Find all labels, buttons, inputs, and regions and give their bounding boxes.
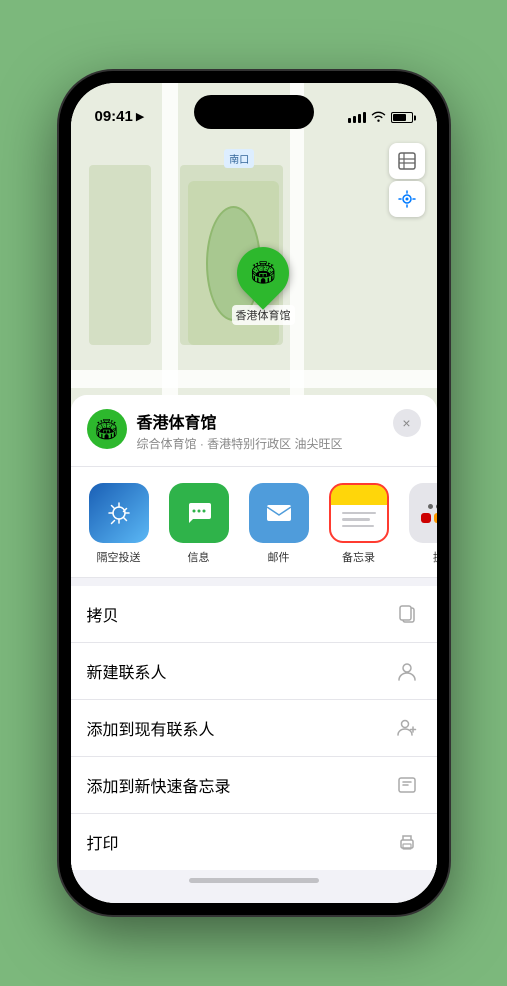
airdrop-icon (89, 483, 149, 543)
action-add-contact[interactable]: 添加到现有联系人 (71, 700, 437, 757)
new-contact-icon (393, 657, 421, 685)
action-add-contact-label: 添加到现有联系人 (87, 716, 215, 740)
place-info: 香港体育馆 综合体育馆 · 香港特别行政区 油尖旺区 (137, 409, 383, 452)
messages-label: 信息 (188, 549, 210, 565)
copy-icon (393, 600, 421, 628)
marker-pin: 🏟 (226, 236, 300, 310)
notes-label: 备忘录 (342, 549, 375, 565)
share-item-notes[interactable]: 备忘录 (327, 483, 391, 565)
close-button[interactable]: × (393, 409, 421, 437)
wifi-icon (371, 110, 386, 125)
signal-bars (348, 112, 366, 123)
print-icon (393, 828, 421, 856)
action-list: 拷贝 新建联系人 (71, 586, 437, 870)
quick-note-icon (393, 771, 421, 799)
status-time: 09:41 (95, 108, 133, 125)
notes-icon (329, 483, 389, 543)
bottom-sheet: 🏟 香港体育馆 综合体育馆 · 香港特别行政区 油尖旺区 × (71, 395, 437, 903)
share-row: 隔空投送 信息 (71, 467, 437, 578)
location-button[interactable] (389, 181, 425, 217)
home-indicator (189, 878, 319, 883)
place-name: 香港体育馆 (137, 409, 383, 433)
map-type-button[interactable] (389, 143, 425, 179)
airdrop-label: 隔空投送 (97, 549, 141, 565)
place-subtitle: 综合体育馆 · 香港特别行政区 油尖旺区 (137, 435, 383, 452)
map-label-nk: 南口 (224, 149, 254, 168)
share-item-mail[interactable]: 邮件 (247, 483, 311, 565)
phone-screen: 09:41 ▶ (71, 83, 437, 903)
location-marker: 🏟 香港体育馆 (232, 247, 295, 325)
action-copy-label: 拷贝 (87, 602, 119, 626)
mail-label: 邮件 (268, 549, 290, 565)
action-print[interactable]: 打印 (71, 814, 437, 870)
action-quick-note-label: 添加到新快速备忘录 (87, 773, 231, 797)
action-print-label: 打印 (87, 830, 119, 854)
action-quick-note[interactable]: 添加到新快速备忘录 (71, 757, 437, 814)
place-card: 🏟 香港体育馆 综合体育馆 · 香港特别行政区 油尖旺区 × (71, 395, 437, 467)
share-item-messages[interactable]: 信息 (167, 483, 231, 565)
mail-icon (249, 483, 309, 543)
more-icon (409, 483, 437, 543)
messages-icon (169, 483, 229, 543)
share-item-airdrop[interactable]: 隔空投送 (87, 483, 151, 565)
dynamic-island (194, 95, 314, 129)
map-controls (389, 143, 425, 217)
location-indicator: ▶ (136, 110, 144, 123)
marker-pin-icon: 🏟 (249, 260, 277, 286)
battery-icon (391, 112, 413, 123)
phone-frame: 09:41 ▶ (59, 71, 449, 915)
action-copy[interactable]: 拷贝 (71, 586, 437, 643)
status-icons (348, 110, 413, 125)
action-new-contact[interactable]: 新建联系人 (71, 643, 437, 700)
action-new-contact-label: 新建联系人 (87, 659, 167, 683)
more-label: 提 (433, 549, 437, 565)
add-contact-icon (393, 714, 421, 742)
share-item-more[interactable]: 提 (407, 483, 437, 565)
place-icon: 🏟 (87, 409, 127, 449)
